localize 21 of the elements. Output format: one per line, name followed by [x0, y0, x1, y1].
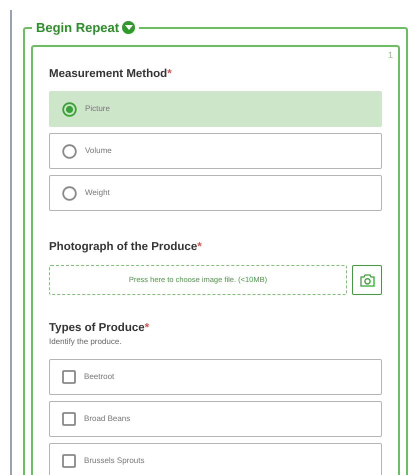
radio-selected-icon — [62, 102, 77, 116]
radio-icon — [62, 186, 77, 200]
checkbox-option[interactable]: Broad Beans — [49, 401, 382, 437]
camera-icon — [360, 274, 374, 286]
repeat-index: 1 — [388, 49, 393, 62]
radio-icon — [62, 144, 77, 158]
checkbox-icon — [62, 454, 76, 468]
checkbox-icon — [62, 412, 76, 426]
question-hint: Identify the produce. — [49, 336, 122, 348]
question-label: Types of Produce* — [49, 321, 150, 335]
question-label: Measurement Method* — [49, 67, 173, 81]
radio-option[interactable]: Volume — [49, 133, 382, 169]
camera-button[interactable] — [352, 265, 382, 295]
checkbox-icon — [62, 370, 76, 384]
checkbox-option[interactable]: Beetroot — [49, 359, 382, 395]
radio-option[interactable]: Picture — [49, 91, 382, 127]
group-title: Begin Repeat — [36, 19, 120, 37]
collapse-toggle-icon[interactable] — [122, 21, 136, 34]
checkbox-option[interactable]: Brussels Sprouts — [49, 443, 382, 475]
question-label: Photograph of the Produce* — [49, 240, 203, 254]
radio-option[interactable]: Weight — [49, 175, 382, 211]
